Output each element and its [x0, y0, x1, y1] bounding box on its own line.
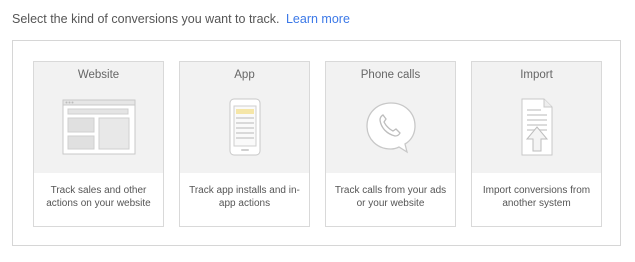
phone-app-icon [180, 92, 309, 162]
card-title: Import [520, 69, 553, 81]
card-title: Phone calls [360, 69, 421, 81]
website-icon [34, 92, 163, 162]
import-card[interactable]: Import Import conversions from another s… [471, 61, 602, 227]
import-document-icon [472, 92, 601, 162]
card-description: Import conversions from another system [482, 185, 591, 209]
card-header: Phone calls [326, 62, 455, 173]
card-header: App [180, 62, 309, 173]
learn-more-link[interactable]: Learn more [286, 12, 350, 26]
app-card[interactable]: App Track app installs and in-app action… [179, 61, 310, 227]
card-header: Website [34, 62, 163, 173]
intro-label: Select the kind of conversions you want … [12, 12, 280, 26]
conversion-type-panel: Website Track sales and other actions on… [12, 40, 621, 246]
card-title: Website [77, 69, 120, 81]
card-description: Track calls from your ads or your websit… [334, 185, 447, 209]
intro-text: Select the kind of conversions you want … [12, 12, 350, 26]
card-title: App [234, 69, 255, 81]
card-description: Track app installs and in-app actions [189, 185, 300, 209]
card-header: Import [472, 62, 601, 173]
website-card[interactable]: Website Track sales and other actions on… [33, 61, 164, 227]
card-description: Track sales and other actions on your we… [46, 185, 151, 209]
phone-call-icon [326, 92, 455, 162]
phone-calls-card[interactable]: Phone calls Track calls from your ads or… [325, 61, 456, 227]
